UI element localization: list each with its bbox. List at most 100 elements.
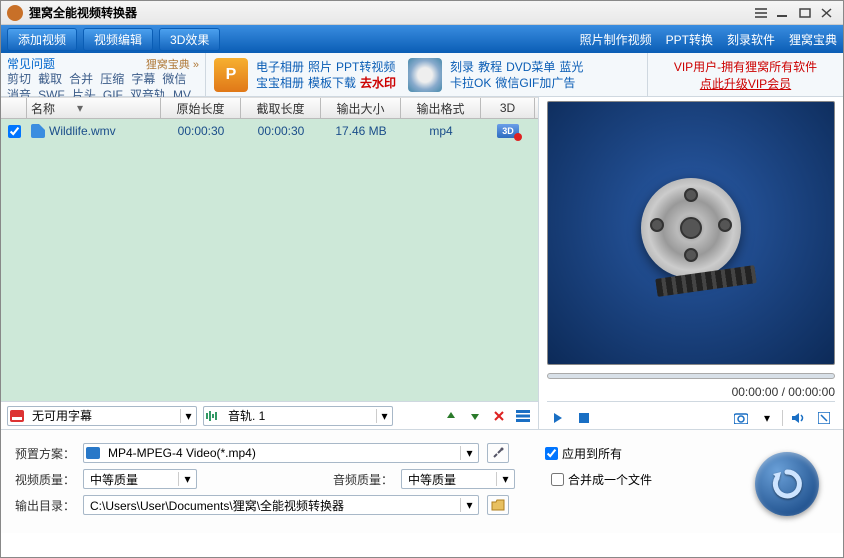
chevron-down-icon[interactable]: ▾ xyxy=(460,446,478,460)
toolbar-link-guide[interactable]: 狸窝宝典 xyxy=(789,31,837,48)
preset-combo[interactable]: MP4-MPEG-4 Video(*.mp4) ▾ xyxy=(83,443,479,463)
stop-button[interactable] xyxy=(573,408,595,428)
chevron-down-icon[interactable]: ▾ xyxy=(180,409,196,423)
vip-panel: VIP用户-拥有狸窝所有软件 点此升级VIP会员 xyxy=(647,53,843,96)
chevron-down-icon[interactable]: ▾ xyxy=(376,409,392,423)
row-orig: 00:00:30 xyxy=(161,119,241,143)
move-down-button[interactable] xyxy=(466,407,484,425)
vq-label: 视频质量： xyxy=(15,471,75,488)
subtitle-text: 无可用字幕 xyxy=(26,407,180,424)
vip-upgrade-link[interactable]: 点此升级VIP会员 xyxy=(700,75,791,92)
remove-button[interactable] xyxy=(490,407,508,425)
3d-badge-icon[interactable]: 3D xyxy=(497,124,519,138)
convert-button[interactable] xyxy=(755,452,819,516)
app-title: 狸窝全能视频转换器 xyxy=(29,4,749,21)
add-video-button[interactable]: 添加视频 xyxy=(7,28,77,51)
vq-value: 中等质量 xyxy=(84,471,178,488)
video-quality-combo[interactable]: 中等质量 ▾ xyxy=(83,469,197,489)
faq-item[interactable]: 微信 xyxy=(162,72,186,86)
preset-value: MP4-MPEG-4 Video(*.mp4) xyxy=(102,446,460,460)
preview-area[interactable] xyxy=(547,101,835,365)
audio-text: 音轨. 1 xyxy=(222,407,376,424)
merge-checkbox[interactable]: 合并成一个文件 xyxy=(551,471,652,488)
toolbar-link-burn[interactable]: 刻录软件 xyxy=(727,31,775,48)
volume-button[interactable] xyxy=(787,408,809,428)
titlebar: 狸窝全能视频转换器 xyxy=(1,1,843,25)
film-reel-icon xyxy=(636,178,746,288)
play-button[interactable] xyxy=(547,408,569,428)
main-toolbar: 添加视频 视频编辑 3D效果 照片制作视频 PPT转换 刻录软件 狸窝宝典 xyxy=(1,25,843,53)
faq-item[interactable]: 压缩 xyxy=(100,72,124,86)
menu-icon[interactable] xyxy=(751,5,771,21)
header-check[interactable] xyxy=(1,98,27,118)
ribbon-link[interactable]: 照片 xyxy=(308,60,332,74)
faq-title: 常见问题 xyxy=(7,55,55,72)
preset-settings-button[interactable] xyxy=(487,443,509,463)
ribbon-link[interactable]: 电子相册 xyxy=(256,60,304,74)
3d-effect-button[interactable]: 3D效果 xyxy=(159,28,220,51)
toolbar-link-photo[interactable]: 照片制作视频 xyxy=(580,31,652,48)
ribbon-link[interactable]: 刻录 xyxy=(450,60,474,74)
minimize-icon[interactable] xyxy=(773,5,793,21)
output-value: C:\Users\User\Documents\狸窝\全能视频转换器 xyxy=(84,497,460,514)
fullscreen-button[interactable] xyxy=(813,408,835,428)
audio-icon xyxy=(204,410,222,422)
toolbar-link-ppt[interactable]: PPT转换 xyxy=(666,31,713,48)
ribbon-link[interactable]: 宝宝相册 xyxy=(256,76,304,90)
main-area: 名称▾ 原始长度 截取长度 输出大小 输出格式 3D Wildlife.wmv … xyxy=(1,97,843,429)
row-fmt: mp4 xyxy=(401,119,481,143)
snapshot-menu-button[interactable]: ▾ xyxy=(756,408,778,428)
ribbon-link-hot[interactable]: 去水印 xyxy=(360,76,396,90)
faq-item[interactable]: 截取 xyxy=(38,72,62,86)
subtitle-combo[interactable]: 无可用字幕 ▾ xyxy=(7,406,197,426)
preview-panel: 00:00:00 / 00:00:00 ▾ xyxy=(539,97,843,429)
app-logo-icon xyxy=(7,5,23,21)
maximize-icon[interactable] xyxy=(795,5,815,21)
header-fmt[interactable]: 输出格式 xyxy=(401,98,481,118)
edit-video-button[interactable]: 视频编辑 xyxy=(83,28,153,51)
output-dir-combo[interactable]: C:\Users\User\Documents\狸窝\全能视频转换器 ▾ xyxy=(83,495,479,515)
output-label: 输出目录： xyxy=(15,497,75,514)
seek-bar[interactable] xyxy=(547,369,835,383)
chevron-down-icon[interactable]: ▾ xyxy=(178,472,196,486)
chevron-down-icon[interactable]: ▾ xyxy=(496,472,514,486)
header-name[interactable]: 名称▾ xyxy=(27,98,161,118)
ribbon-link[interactable]: DVD菜单 xyxy=(506,60,555,74)
ribbon-link[interactable]: 蓝光 xyxy=(559,60,583,74)
header-size[interactable]: 输出大小 xyxy=(321,98,401,118)
aq-value: 中等质量 xyxy=(402,471,496,488)
close-icon[interactable] xyxy=(817,5,837,21)
ribbon-link[interactable]: 模板下载 xyxy=(308,76,356,90)
header-cut[interactable]: 截取长度 xyxy=(241,98,321,118)
subtitle-audio-bar: 无可用字幕 ▾ 音轨. 1 ▾ xyxy=(1,401,538,429)
row-cut: 00:00:30 xyxy=(241,119,321,143)
snapshot-button[interactable] xyxy=(730,408,752,428)
ribbon-link[interactable]: 教程 xyxy=(478,60,502,74)
ribbon-link[interactable]: PPT转视频 xyxy=(336,60,395,74)
ribbon-link[interactable]: 微信GIF加广告 xyxy=(495,76,575,90)
ribbon: 常见问题 狸窝宝典 » 剪切 截取 合并 压缩 字幕 微信 消音 SWF 片头 … xyxy=(1,53,843,97)
open-folder-button[interactable] xyxy=(487,495,509,515)
aq-label: 音频质量： xyxy=(333,471,393,488)
grid-body[interactable]: Wildlife.wmv 00:00:30 00:00:30 17.46 MB … xyxy=(1,119,538,401)
audio-combo[interactable]: 音轨. 1 ▾ xyxy=(203,406,393,426)
row-size: 17.46 MB xyxy=(321,119,401,143)
table-row[interactable]: Wildlife.wmv 00:00:30 00:00:30 17.46 MB … xyxy=(1,119,538,143)
audio-quality-combo[interactable]: 中等质量 ▾ xyxy=(401,469,515,489)
faq-item[interactable]: 合并 xyxy=(69,72,93,86)
ribbon-link[interactable]: 卡拉OK xyxy=(450,76,491,90)
faq-more-link[interactable]: 狸窝宝典 » xyxy=(146,56,199,72)
header-3d[interactable]: 3D xyxy=(481,98,535,118)
file-icon xyxy=(31,124,45,138)
apply-all-checkbox[interactable]: 应用到所有 xyxy=(545,445,622,462)
clear-button[interactable] xyxy=(514,407,532,425)
ppt-icon: P xyxy=(214,58,248,92)
row-checkbox[interactable] xyxy=(8,125,21,138)
move-up-button[interactable] xyxy=(442,407,460,425)
row-filename: Wildlife.wmv xyxy=(49,124,116,138)
chevron-down-icon[interactable]: ▾ xyxy=(460,498,478,512)
faq-item[interactable]: 字幕 xyxy=(131,72,155,86)
header-orig[interactable]: 原始长度 xyxy=(161,98,241,118)
faq-item[interactable]: 剪切 xyxy=(7,72,31,86)
faq-panel: 常见问题 狸窝宝典 » 剪切 截取 合并 压缩 字幕 微信 消音 SWF 片头 … xyxy=(1,53,206,96)
